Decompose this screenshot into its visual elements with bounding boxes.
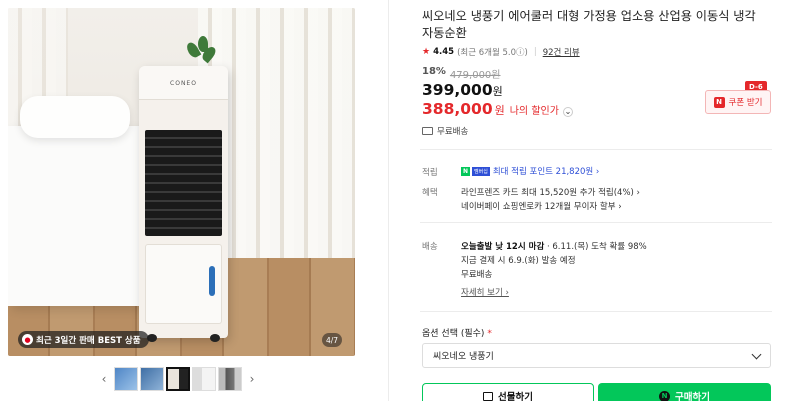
cooler-brand-text: CONEO (170, 80, 197, 87)
product-info-panel: 씨오네오 냉풍기 에어쿨러 대형 가정용 업소용 산업용 이동식 냉각 자동순환… (420, 0, 775, 401)
delivery-eta: · 6.11.(목) 도착 확률 98% (544, 242, 647, 252)
naver-n-icon: N (713, 96, 725, 108)
thumbnail-1[interactable] (114, 367, 138, 391)
delivery-detail-link[interactable]: 자세히 보기 › (461, 286, 509, 298)
required-mark: * (487, 329, 492, 339)
delivery-line-3: 무료배송 (461, 270, 493, 280)
coupon-button[interactable]: N 쿠폰 받기 (705, 90, 771, 114)
thumb-prev-arrow-icon[interactable]: ‹ (96, 366, 112, 392)
npay-membership-icon: N 멤버십 (461, 167, 490, 176)
rating-row: ★ 4.45 (최근 6개월 5.0ⓘ) | 92건 리뷰 (422, 46, 580, 58)
fire-icon: ● (22, 334, 33, 345)
image-pillow (20, 96, 130, 138)
my-discount-price[interactable]: 388,000 원 나의 할인가 ⌄ (422, 100, 573, 118)
benefit-card-link[interactable]: 라인프렌즈 카드 최대 15,520원 추가 적립(4%) › (461, 186, 640, 198)
delivery-line-1: 오늘출발 낮 12시 마감 · 6.11.(목) 도착 확률 98% (461, 240, 647, 252)
option-label-text: 옵션 선택 (필수) (422, 329, 485, 339)
naver-pay-icon: N (659, 390, 671, 401)
image-plant (184, 36, 218, 70)
thumbnail-4[interactable] (192, 367, 216, 391)
discount-rate: 18% (422, 66, 446, 77)
original-price: 479,000원 (449, 70, 501, 81)
review-count-link[interactable]: 92건 리뷰 (543, 46, 580, 58)
column-divider (388, 0, 389, 401)
sale-price: 399,000원 (422, 81, 503, 99)
star-icon: ★ (422, 47, 431, 57)
thumbnail-3[interactable] (166, 367, 190, 391)
benefit-installment-link[interactable]: 네이버페이 쇼핑엔로카 12개월 무이자 할부 › (461, 200, 622, 212)
image-bed (8, 126, 158, 306)
sale-price-value: 399,000 (422, 81, 493, 99)
coupon-button-label: 쿠폰 받기 (728, 98, 763, 108)
best-seller-badge: ● 최근 3일간 판매 BEST 상품 (18, 331, 149, 348)
rating-separator: | (533, 47, 537, 57)
rating-score: 4.45 (433, 47, 455, 57)
points-row[interactable]: N 멤버십 최대 적립 포인트 21,820원 › (461, 165, 599, 177)
thumbnail-strip: ‹ › (96, 366, 266, 392)
gift-button[interactable]: 선물하기 (422, 383, 594, 401)
my-price-value: 388,000 (422, 100, 493, 118)
buy-button-label: 구매하기 (675, 392, 710, 401)
option-label: 옵션 선택 (필수) * (422, 326, 492, 339)
delivery-label: 배송 (422, 242, 438, 252)
option-selected-value: 씨오네오 냉풍기 (433, 352, 494, 362)
my-price-label: 나의 할인가 (509, 106, 559, 117)
thumbnail-5[interactable] (218, 367, 242, 391)
thumb-next-arrow-icon[interactable]: › (244, 366, 260, 392)
air-cooler-product: CONEO (139, 66, 228, 342)
divider-1 (420, 149, 772, 150)
image-counter: 4/7 (322, 333, 343, 347)
option-select[interactable]: 씨오네오 냉풍기 (422, 343, 771, 368)
cooler-wheels (147, 334, 220, 342)
product-title: 씨오네오 냉풍기 에어쿨러 대형 가정용 업소용 산업용 이동식 냉각 자동순환 (422, 9, 756, 40)
benefits-label: 혜택 (422, 188, 438, 198)
discount-row: 18% 479,000원 (422, 66, 501, 81)
thumbnail-2[interactable] (140, 367, 164, 391)
product-main-image[interactable]: CONEO (8, 8, 355, 356)
my-price-unit: 원 (494, 104, 505, 117)
best-seller-text: 최근 3일간 판매 BEST 상품 (36, 335, 141, 346)
cooler-water-gauge (209, 266, 215, 296)
delivery-cutoff: 오늘출발 낮 12시 마감 (461, 242, 545, 252)
points-label: 적립 (422, 168, 438, 178)
chevron-down-icon (751, 349, 762, 359)
sale-price-unit: 원 (492, 85, 503, 98)
free-shipping-row: 무료배송 (422, 125, 468, 137)
buy-button[interactable]: N 구매하기 (598, 383, 771, 401)
chevron-down-icon[interactable]: ⌄ (562, 106, 573, 117)
divider-3 (420, 311, 772, 312)
truck-icon (422, 127, 433, 135)
divider-2 (420, 222, 772, 223)
delivery-line-2: 지금 결제 시 6.9.(화) 발송 예정 (461, 256, 576, 266)
rating-detail: (최근 6개월 5.0ⓘ) (457, 48, 528, 58)
free-shipping-text: 무료배송 (437, 127, 469, 137)
gift-icon (483, 391, 494, 401)
gift-button-label: 선물하기 (498, 392, 533, 401)
cooler-grill (145, 130, 222, 236)
max-points-link[interactable]: 최대 적립 포인트 21,820원 › (493, 167, 600, 177)
